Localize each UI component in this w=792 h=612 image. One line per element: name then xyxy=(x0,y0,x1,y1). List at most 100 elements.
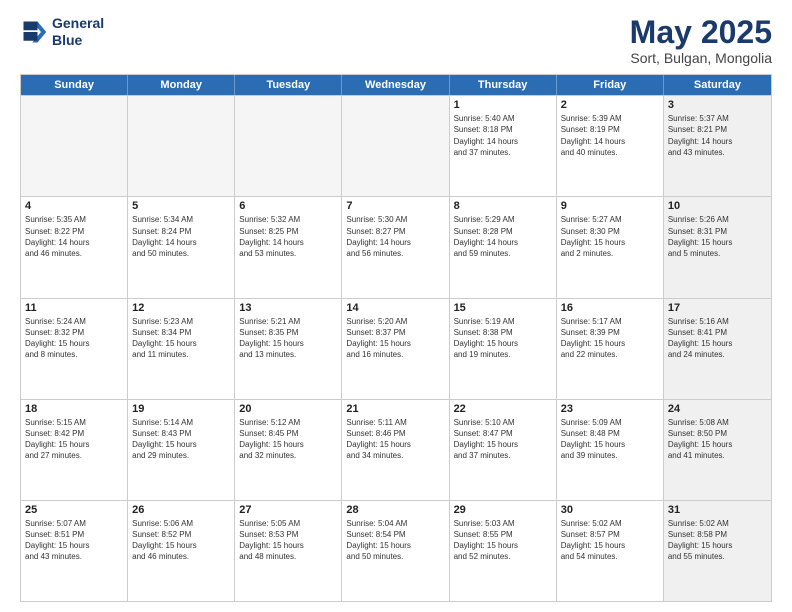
cal-cell: 10Sunrise: 5:26 AMSunset: 8:31 PMDayligh… xyxy=(664,197,771,297)
cell-line: Sunrise: 5:11 AM xyxy=(346,417,444,428)
cell-line: Sunset: 8:53 PM xyxy=(239,529,337,540)
cell-line: Sunset: 8:25 PM xyxy=(239,226,337,237)
cell-line: Sunrise: 5:14 AM xyxy=(132,417,230,428)
cell-line: and 55 minutes. xyxy=(668,551,767,562)
cell-line: and 19 minutes. xyxy=(454,349,552,360)
day-number: 13 xyxy=(239,302,337,314)
cell-line: Daylight: 15 hours xyxy=(561,338,659,349)
cell-line: Sunset: 8:46 PM xyxy=(346,428,444,439)
cal-cell: 24Sunrise: 5:08 AMSunset: 8:50 PMDayligh… xyxy=(664,400,771,500)
day-number: 10 xyxy=(668,200,767,212)
cell-line: and 37 minutes. xyxy=(454,450,552,461)
cell-line: Sunrise: 5:32 AM xyxy=(239,214,337,225)
cell-line: Sunrise: 5:15 AM xyxy=(25,417,123,428)
day-number: 27 xyxy=(239,504,337,516)
day-number: 3 xyxy=(668,99,767,111)
cell-line: Daylight: 15 hours xyxy=(454,540,552,551)
cal-cell: 17Sunrise: 5:16 AMSunset: 8:41 PMDayligh… xyxy=(664,299,771,399)
cell-line: Sunrise: 5:37 AM xyxy=(668,113,767,124)
cal-cell: 3Sunrise: 5:37 AMSunset: 8:21 PMDaylight… xyxy=(664,96,771,196)
cal-cell xyxy=(235,96,342,196)
cell-line: Sunset: 8:31 PM xyxy=(668,226,767,237)
cell-line: Sunrise: 5:06 AM xyxy=(132,518,230,529)
cal-cell: 13Sunrise: 5:21 AMSunset: 8:35 PMDayligh… xyxy=(235,299,342,399)
cal-cell: 1Sunrise: 5:40 AMSunset: 8:18 PMDaylight… xyxy=(450,96,557,196)
cal-row-1: 4Sunrise: 5:35 AMSunset: 8:22 PMDaylight… xyxy=(21,196,771,297)
cell-line: and 22 minutes. xyxy=(561,349,659,360)
cell-line: Sunrise: 5:26 AM xyxy=(668,214,767,225)
cell-line: Daylight: 15 hours xyxy=(454,439,552,450)
header-cell-monday: Monday xyxy=(128,75,235,95)
cell-line: Sunset: 8:32 PM xyxy=(25,327,123,338)
cell-line: Daylight: 15 hours xyxy=(132,439,230,450)
day-number: 19 xyxy=(132,403,230,415)
cell-line: and 52 minutes. xyxy=(454,551,552,562)
cell-line: and 5 minutes. xyxy=(668,248,767,259)
day-number: 4 xyxy=(25,200,123,212)
day-number: 15 xyxy=(454,302,552,314)
day-number: 6 xyxy=(239,200,337,212)
day-number: 5 xyxy=(132,200,230,212)
cell-line: Sunset: 8:39 PM xyxy=(561,327,659,338)
calendar: SundayMondayTuesdayWednesdayThursdayFrid… xyxy=(20,74,772,602)
day-number: 12 xyxy=(132,302,230,314)
cell-line: Sunset: 8:37 PM xyxy=(346,327,444,338)
cal-cell: 6 Sunrise: 5:32 AMSunset: 8:25 PMDaylight… xyxy=(235,197,342,297)
cell-line: Sunrise: 5:27 AM xyxy=(561,214,659,225)
cell-line: and 29 minutes. xyxy=(132,450,230,461)
cell-line: Daylight: 14 hours xyxy=(239,237,337,248)
cell-line: Sunset: 8:50 PM xyxy=(668,428,767,439)
logo-icon xyxy=(20,18,48,46)
header-cell-saturday: Saturday xyxy=(664,75,771,95)
title-block: May 2025 Sort, Bulgan, Mongolia xyxy=(630,15,772,66)
cell-line: and 24 minutes. xyxy=(668,349,767,360)
header: General Blue May 2025 Sort, Bulgan, Mong… xyxy=(20,15,772,66)
cell-line: Sunrise: 5:03 AM xyxy=(454,518,552,529)
cal-cell: 20Sunrise: 5:12 AMSunset: 8:45 PMDayligh… xyxy=(235,400,342,500)
cell-line: and 43 minutes. xyxy=(25,551,123,562)
cell-line: and 53 minutes. xyxy=(239,248,337,259)
header-cell-tuesday: Tuesday xyxy=(235,75,342,95)
cell-line: Sunrise: 5:23 AM xyxy=(132,316,230,327)
cell-line: and 41 minutes. xyxy=(668,450,767,461)
cell-line: Daylight: 14 hours xyxy=(561,136,659,147)
day-number: 2 xyxy=(561,99,659,111)
cell-line: Sunset: 8:30 PM xyxy=(561,226,659,237)
day-number: 11 xyxy=(25,302,123,314)
day-number: 20 xyxy=(239,403,337,415)
cell-line: Sunrise: 5:17 AM xyxy=(561,316,659,327)
cell-line: and 48 minutes. xyxy=(239,551,337,562)
day-number: 8 xyxy=(454,200,552,212)
page: General Blue May 2025 Sort, Bulgan, Mong… xyxy=(0,0,792,612)
cell-line: Sunrise: 5:39 AM xyxy=(561,113,659,124)
cell-line: Sunrise: 5:35 AM xyxy=(25,214,123,225)
day-number: 1 xyxy=(454,99,552,111)
cell-line: Sunset: 8:28 PM xyxy=(454,226,552,237)
day-number: 17 xyxy=(668,302,767,314)
cal-cell: 29Sunrise: 5:03 AMSunset: 8:55 PMDayligh… xyxy=(450,501,557,601)
cell-line: Sunset: 8:45 PM xyxy=(239,428,337,439)
cell-line: Daylight: 15 hours xyxy=(561,540,659,551)
cell-line: and 54 minutes. xyxy=(561,551,659,562)
cell-line: Sunset: 8:54 PM xyxy=(346,529,444,540)
cell-line: and 27 minutes. xyxy=(25,450,123,461)
cal-cell: 28Sunrise: 5:04 AMSunset: 8:54 PMDayligh… xyxy=(342,501,449,601)
cal-cell: 12Sunrise: 5:23 AMSunset: 8:34 PMDayligh… xyxy=(128,299,235,399)
cell-line: Daylight: 15 hours xyxy=(239,338,337,349)
cell-line: Sunrise: 5:10 AM xyxy=(454,417,552,428)
cell-line: Sunset: 8:35 PM xyxy=(239,327,337,338)
header-cell-friday: Friday xyxy=(557,75,664,95)
cal-cell xyxy=(21,96,128,196)
cell-line: Daylight: 15 hours xyxy=(25,338,123,349)
day-number: 21 xyxy=(346,403,444,415)
cell-line: Sunset: 8:18 PM xyxy=(454,124,552,135)
cell-line: Daylight: 15 hours xyxy=(239,439,337,450)
calendar-header: SundayMondayTuesdayWednesdayThursdayFrid… xyxy=(21,75,771,95)
cell-line: and 2 minutes. xyxy=(561,248,659,259)
logo-text: General Blue xyxy=(52,15,104,49)
cell-line: Daylight: 15 hours xyxy=(454,338,552,349)
cal-row-0: 1Sunrise: 5:40 AMSunset: 8:18 PMDaylight… xyxy=(21,95,771,196)
cell-line: Daylight: 15 hours xyxy=(25,439,123,450)
cell-line: and 43 minutes. xyxy=(668,147,767,158)
day-number: 16 xyxy=(561,302,659,314)
